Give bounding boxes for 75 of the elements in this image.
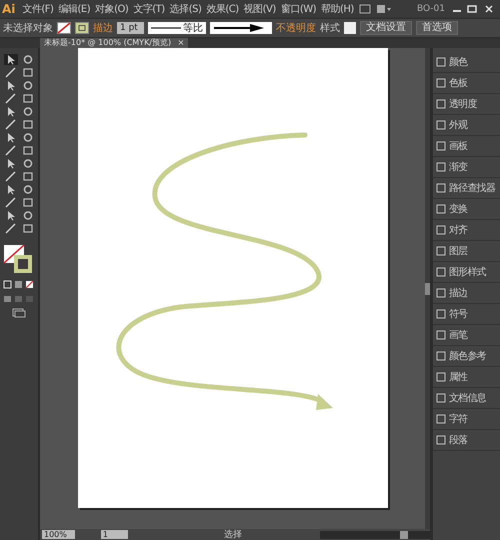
toolbar-button[interactable]: 文档设置 <box>360 21 412 35</box>
panel-icon <box>436 393 446 403</box>
panel-item[interactable]: 透明度 <box>433 94 500 115</box>
panel-item[interactable]: 字符 <box>433 409 500 430</box>
arrowhead-dropdown[interactable] <box>210 22 272 34</box>
panel-icon <box>436 225 446 235</box>
panel-icon <box>436 162 446 172</box>
tab-close[interactable]: × <box>178 38 184 47</box>
stroke-label[interactable]: 描边 <box>93 21 113 35</box>
panel-item[interactable]: 符号 <box>433 304 500 325</box>
panel-icon <box>436 57 446 67</box>
panel-item[interactable]: 画笔 <box>433 325 500 346</box>
line-profile-icon <box>150 26 181 30</box>
selection-tool-icon[interactable] <box>4 54 18 65</box>
opacity-label[interactable]: 不透明度 <box>276 21 316 35</box>
workspace-label[interactable]: BO-01 <box>416 4 445 14</box>
panel-icon <box>436 351 446 361</box>
panel-icon <box>436 141 446 151</box>
panel-icon <box>436 183 446 193</box>
panel-item[interactable]: 描边 <box>433 283 500 304</box>
stroke-weight-field[interactable]: 1 pt <box>117 22 144 34</box>
arrange-icon[interactable] <box>376 4 392 14</box>
horizontal-scrollbar[interactable] <box>320 530 430 538</box>
menu-item[interactable]: 帮助(H) <box>321 2 354 16</box>
panel-icon <box>436 78 446 88</box>
panel-icon <box>436 435 446 445</box>
zoom-field[interactable]: 100% <box>42 530 75 539</box>
panel-item[interactable]: 图层 <box>433 241 500 262</box>
style-label: 样式 <box>320 22 340 35</box>
panel-icon <box>436 372 446 382</box>
menu-item[interactable]: 文件(F) <box>22 2 54 16</box>
panel-icon <box>436 414 446 424</box>
menu-item[interactable]: 文字(T) <box>133 2 165 16</box>
fill-stroke-swatches[interactable] <box>3 244 35 276</box>
stroke-swatch[interactable] <box>75 22 89 34</box>
panel-icon <box>436 204 446 214</box>
maximize-icon[interactable] <box>465 4 479 14</box>
draw-mode-icons[interactable] <box>3 280 35 290</box>
menu-item[interactable]: 效果(C) <box>206 2 239 16</box>
panel-item[interactable]: 属性 <box>433 367 500 388</box>
stroke-profile-dropdown[interactable]: 等比 <box>148 22 206 34</box>
panel-item[interactable]: 渐变 <box>433 157 500 178</box>
style-swatch[interactable] <box>344 22 356 34</box>
panel-item[interactable]: 对齐 <box>433 220 500 241</box>
panel-icon <box>436 99 446 109</box>
panel-item[interactable]: 图形样式 <box>433 262 500 283</box>
panel-item[interactable]: 外观 <box>433 115 500 136</box>
panel-icon <box>436 288 446 298</box>
toolbar-button[interactable]: 首选项 <box>416 21 458 35</box>
vertical-scrollbar[interactable] <box>425 48 430 529</box>
panel-item[interactable]: 画板 <box>433 136 500 157</box>
panel-icon <box>436 246 446 256</box>
panel-item[interactable]: 颜色 <box>433 52 500 73</box>
artboard-field[interactable]: 1 <box>100 530 128 539</box>
panel-icon <box>436 267 446 277</box>
document-tab[interactable]: 未标题-10* @ 100% (CMYK/预览) × <box>40 38 188 48</box>
status-tool: 选择 <box>224 528 243 540</box>
fill-swatch[interactable] <box>57 22 71 34</box>
menu-item[interactable]: 选择(S) <box>170 2 202 16</box>
panel-item[interactable]: 色板 <box>433 73 500 94</box>
menu-item[interactable]: 编辑(E) <box>58 2 90 16</box>
app-logo: Ai <box>2 2 16 16</box>
menu-item[interactable]: 视图(V) <box>244 2 276 16</box>
screen-mode-icon[interactable] <box>12 308 26 318</box>
menu-item[interactable]: 对象(O) <box>95 2 128 16</box>
panel-item[interactable]: 颜色参考 <box>433 346 500 367</box>
menu-item[interactable]: 窗口(W) <box>280 2 316 16</box>
panel-item[interactable]: 段落 <box>433 430 500 451</box>
panel-item[interactable]: 变换 <box>433 199 500 220</box>
panel-item[interactable]: 路径查找器 <box>433 178 500 199</box>
panel-item[interactable]: 文档信息 <box>433 388 500 409</box>
selection-status: 未选择对象 <box>3 22 53 35</box>
panel-icon <box>436 330 446 340</box>
panel-icon <box>436 309 446 319</box>
panel-icon <box>436 120 446 130</box>
